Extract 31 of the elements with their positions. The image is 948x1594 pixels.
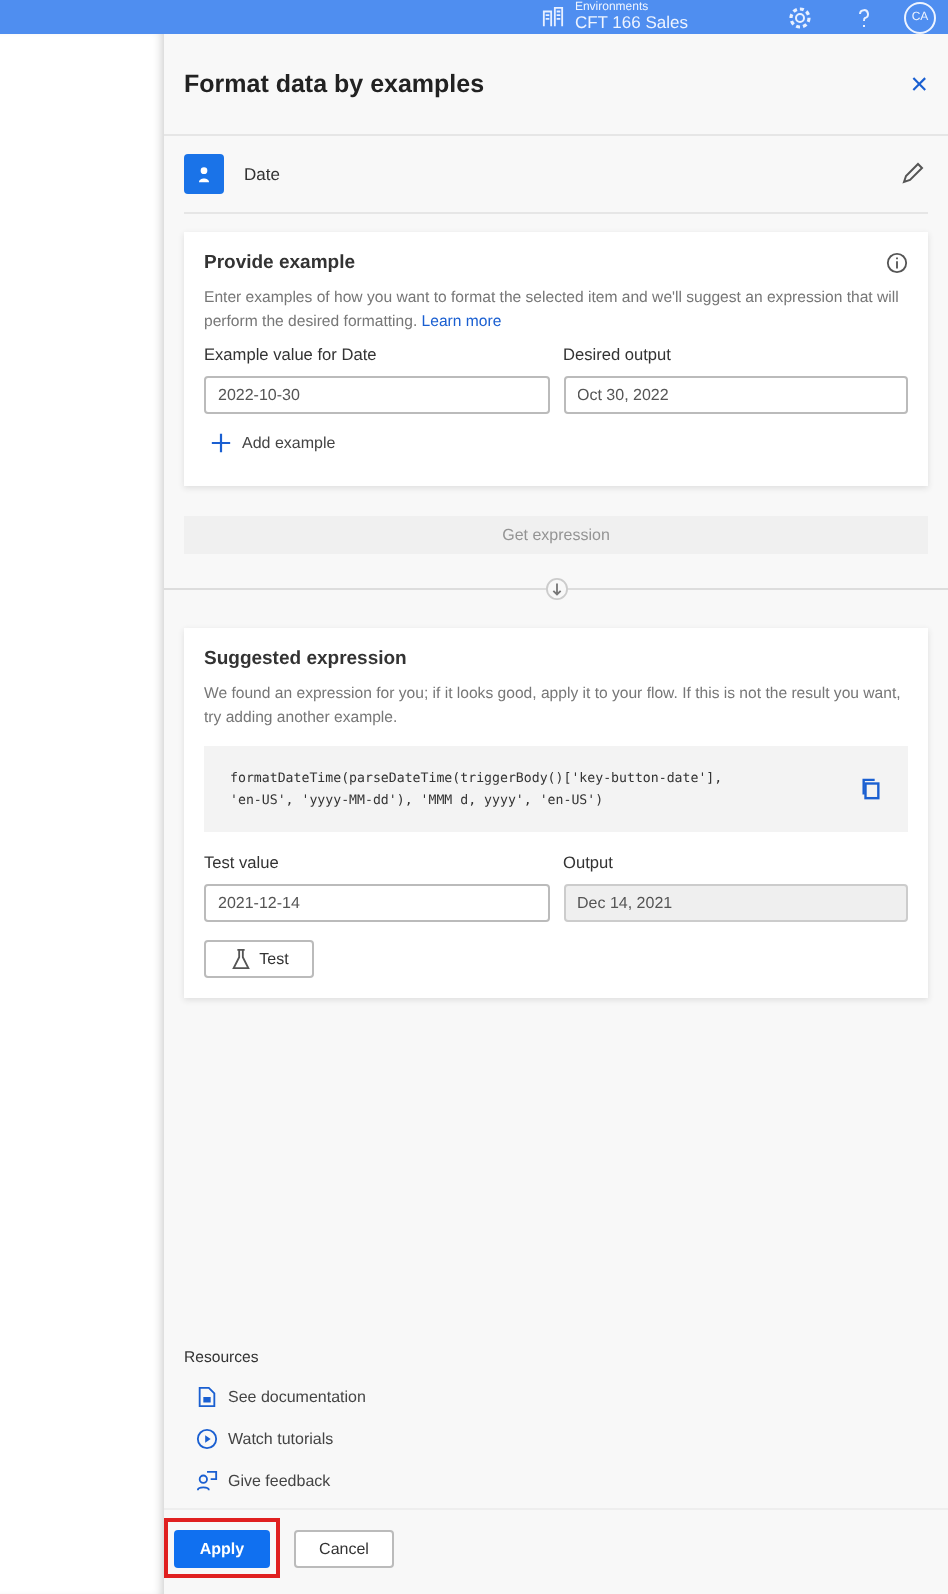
edit-icon[interactable] xyxy=(900,162,924,186)
section-title: Suggested expression xyxy=(204,648,409,671)
copy-icon[interactable] xyxy=(860,777,882,800)
field-label: Test value xyxy=(204,851,281,872)
person-icon xyxy=(184,154,224,194)
panel-title: Format data by examples xyxy=(184,70,485,98)
input-field[interactable]: 2022-10-30 xyxy=(204,376,549,415)
section-title: Provide example xyxy=(204,252,356,274)
arrow-down-icon xyxy=(545,578,567,601)
field-label: Desired output xyxy=(563,344,673,365)
close-button[interactable]: × xyxy=(910,67,928,101)
cancel-button[interactable]: Cancel xyxy=(294,1530,394,1568)
info-icon[interactable] xyxy=(886,252,908,274)
document-icon xyxy=(196,1386,218,1408)
item-label: Date xyxy=(244,164,282,184)
field-label: Example value for Date xyxy=(204,344,379,365)
settings-icon[interactable] xyxy=(788,5,812,29)
input-field[interactable]: 2021-12-14 xyxy=(204,883,549,922)
flask-icon xyxy=(229,947,252,970)
plus-icon xyxy=(210,432,232,455)
feedback-icon xyxy=(196,1470,218,1492)
play-icon xyxy=(196,1428,218,1450)
test-button[interactable]: Test xyxy=(204,939,314,978)
resource-link[interactable]: Watch tutorials xyxy=(184,1428,928,1450)
apply-button[interactable]: Apply xyxy=(174,1530,270,1568)
resource-link[interactable]: Give feedback xyxy=(184,1470,928,1492)
buildings-icon xyxy=(542,6,565,28)
add-example-button[interactable]: Add example xyxy=(210,432,336,455)
resource-link[interactable]: See documentation xyxy=(184,1386,928,1408)
field-label: Output xyxy=(563,851,615,872)
input-field[interactable]: Oct 30, 2022 xyxy=(563,376,908,415)
